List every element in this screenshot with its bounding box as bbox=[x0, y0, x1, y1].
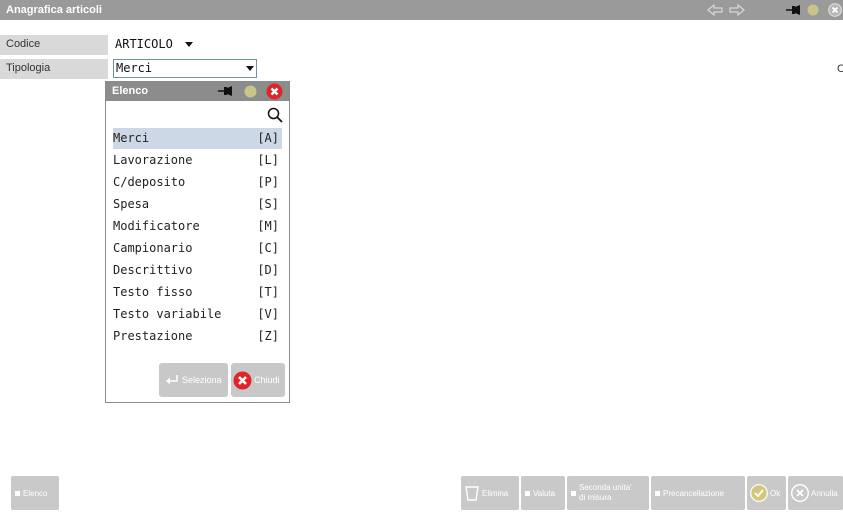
enter-icon bbox=[165, 374, 179, 386]
minimize-dot-icon[interactable] bbox=[806, 3, 820, 17]
option-label: Spesa bbox=[113, 197, 150, 211]
window-titlebar: Anagrafica articoli bbox=[0, 0, 843, 20]
option-label: Testo fisso bbox=[113, 285, 193, 299]
pin-icon[interactable] bbox=[785, 3, 801, 17]
option-label: Modificatore bbox=[113, 219, 200, 233]
ok-icon bbox=[750, 484, 768, 502]
window-title: Anagrafica articoli bbox=[6, 4, 102, 16]
search-icon[interactable] bbox=[267, 107, 283, 126]
tipologia-dropdown-icon[interactable] bbox=[246, 66, 254, 71]
precancellazione-button[interactable]: Precancellazione bbox=[651, 476, 745, 510]
popup-close-icon[interactable] bbox=[266, 83, 283, 103]
option-lavorazione[interactable]: Lavorazione [L] bbox=[113, 150, 282, 171]
tipologia-value: Merci bbox=[116, 61, 153, 75]
option-key: [V] bbox=[257, 307, 279, 321]
chiudi-icon bbox=[233, 371, 252, 390]
annulla-label: Annulla bbox=[811, 488, 838, 498]
option-key: [C] bbox=[257, 241, 279, 255]
seleziona-button[interactable]: Seleziona bbox=[159, 363, 228, 397]
popup-header: Elenco bbox=[106, 82, 289, 101]
codice-label: Codice bbox=[0, 35, 108, 55]
option-key: [T] bbox=[257, 285, 279, 299]
precancellazione-bullet-icon bbox=[655, 490, 660, 496]
option-campionario[interactable]: Campionario [C] bbox=[113, 238, 282, 259]
close-window-icon[interactable] bbox=[826, 3, 843, 17]
seconda-label-line1: Seconda unita' bbox=[579, 483, 632, 492]
nav-back-icon[interactable] bbox=[707, 3, 723, 17]
annulla-icon bbox=[791, 484, 809, 502]
option-key: [L] bbox=[257, 153, 279, 167]
option-key: [S] bbox=[257, 197, 279, 211]
option-testo-fisso[interactable]: Testo fisso [T] bbox=[113, 282, 282, 303]
seleziona-label: Seleziona bbox=[182, 375, 222, 385]
elenco-button[interactable]: Elenco bbox=[11, 476, 59, 510]
option-spesa[interactable]: Spesa [S] bbox=[113, 194, 282, 215]
seconda-label: Seconda unita' di misura bbox=[579, 483, 632, 503]
valuta-label: Valuta bbox=[533, 488, 556, 498]
seconda-bullet-icon bbox=[571, 490, 576, 496]
option-label: Testo variabile bbox=[113, 307, 222, 321]
option-key: [A] bbox=[257, 131, 279, 145]
chiudi-label: Chiudi bbox=[254, 375, 280, 385]
right-edge-text: C bbox=[837, 63, 843, 75]
tipologia-label: Tipologia bbox=[0, 59, 108, 79]
option-prestazione[interactable]: Prestazione [Z] bbox=[113, 326, 282, 347]
annulla-button[interactable]: Annulla bbox=[788, 476, 843, 510]
option-cdeposito[interactable]: C/deposito [P] bbox=[113, 172, 282, 193]
valuta-bullet-icon bbox=[525, 490, 530, 496]
codice-dropdown-icon[interactable] bbox=[185, 42, 193, 47]
option-label: Prestazione bbox=[113, 329, 193, 343]
option-label: C/deposito bbox=[113, 175, 186, 189]
precancellazione-label: Precancellazione bbox=[663, 488, 724, 498]
trash-icon bbox=[465, 485, 479, 501]
option-label: Campionario bbox=[113, 241, 193, 255]
chiudi-button[interactable]: Chiudi bbox=[231, 363, 285, 397]
valuta-button[interactable]: Valuta bbox=[521, 476, 565, 510]
option-testo-variabile[interactable]: Testo variabile [V] bbox=[113, 304, 282, 325]
ok-label: Ok bbox=[770, 488, 781, 498]
popup-title: Elenco bbox=[112, 85, 149, 97]
option-label: Descrittivo bbox=[113, 263, 193, 277]
option-label: Lavorazione bbox=[113, 153, 193, 167]
elenco-popup: Elenco Merci [A] Lavorazione [L] C/depos… bbox=[105, 81, 290, 403]
codice-value: ARTICOLO bbox=[115, 37, 173, 51]
option-key: [M] bbox=[257, 219, 279, 233]
option-label: Merci bbox=[113, 131, 150, 145]
option-key: [D] bbox=[257, 263, 279, 277]
option-key: [Z] bbox=[257, 329, 279, 343]
nav-forward-icon[interactable] bbox=[729, 3, 745, 17]
ok-button[interactable]: Ok bbox=[747, 476, 786, 510]
elenco-bullet-icon bbox=[15, 490, 20, 496]
option-merci[interactable]: Merci [A] bbox=[113, 128, 282, 149]
seconda-label-line2: di misura bbox=[579, 493, 612, 502]
popup-dot-icon[interactable] bbox=[244, 85, 257, 101]
option-key: [P] bbox=[257, 175, 279, 189]
elimina-button[interactable]: Elimina bbox=[461, 476, 519, 510]
elenco-label: Elenco bbox=[23, 488, 48, 498]
option-modificatore[interactable]: Modificatore [M] bbox=[113, 216, 282, 237]
option-descrittivo[interactable]: Descrittivo [D] bbox=[113, 260, 282, 281]
tipologia-combobox[interactable]: Merci bbox=[113, 59, 257, 78]
elimina-label: Elimina bbox=[482, 488, 509, 498]
popup-pin-icon[interactable] bbox=[217, 85, 233, 100]
seconda-unita-button[interactable]: Seconda unita' di misura bbox=[567, 476, 649, 510]
